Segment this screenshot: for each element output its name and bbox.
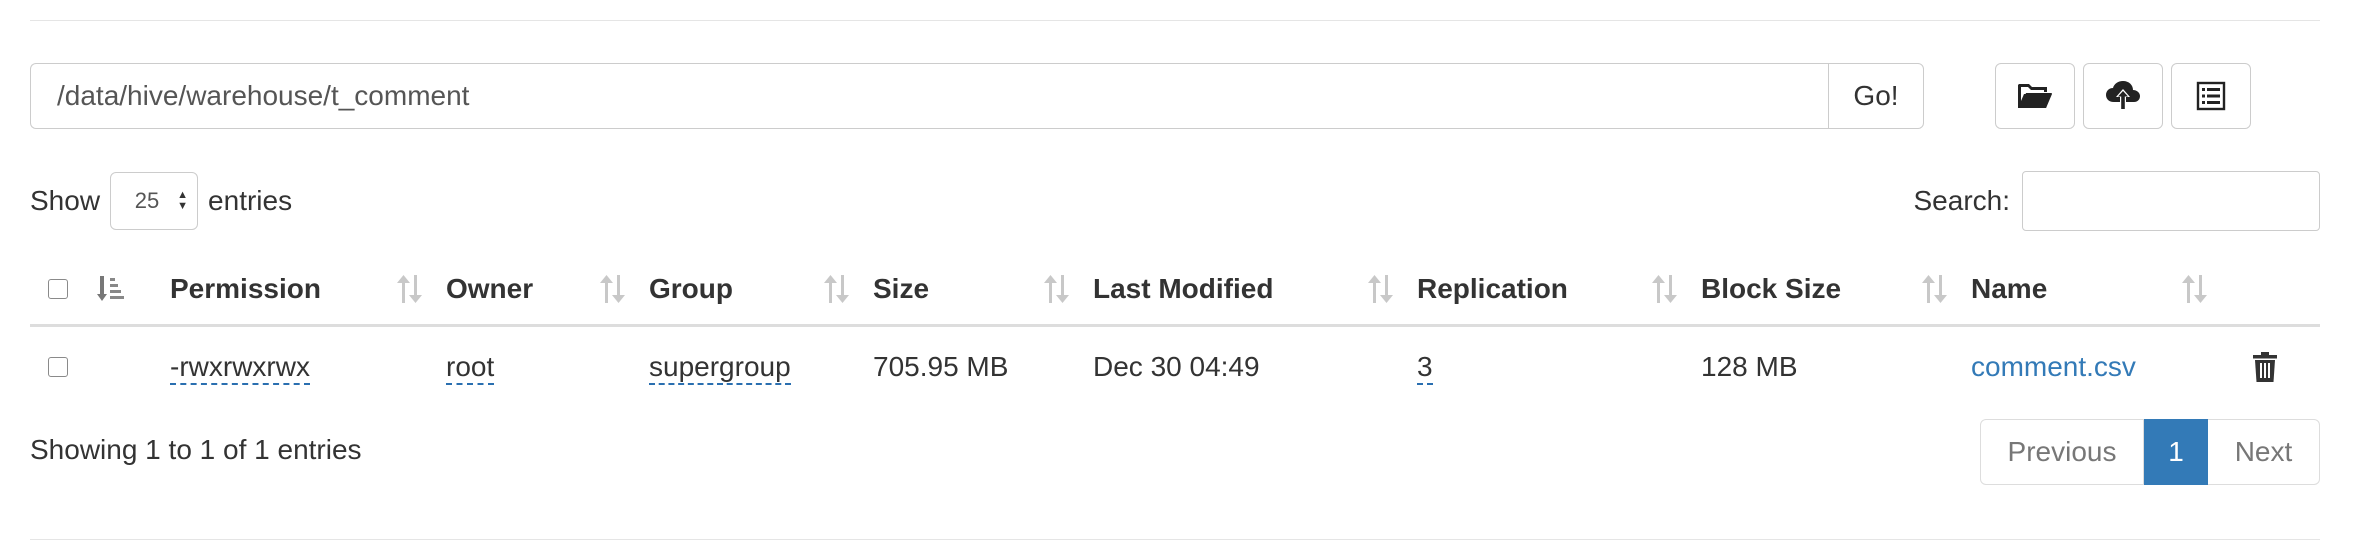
empty-cell <box>86 326 170 408</box>
search-label: Search: <box>1913 185 2011 216</box>
column-header-name[interactable]: Name <box>1971 254 2231 327</box>
size-cell: 705.95 MB <box>873 351 1009 382</box>
group-cell: supergroup <box>649 326 873 408</box>
sort-column-header[interactable] <box>86 254 170 327</box>
column-label: Group <box>649 273 733 304</box>
column-label: Replication <box>1417 273 1568 304</box>
page-length-select[interactable]: 25 ▲ ▼ <box>110 172 199 230</box>
file-name-link[interactable]: comment.csv <box>1971 351 2136 382</box>
top-divider <box>30 20 2320 21</box>
path-input[interactable] <box>30 63 1828 129</box>
table-info: Showing 1 to 1 of 1 entries <box>30 434 362 465</box>
name-cell: comment.csv <box>1971 326 2231 408</box>
previous-page-button[interactable]: Previous <box>1980 419 2144 485</box>
sort-icon <box>1368 275 1393 303</box>
column-header-last-modified[interactable]: Last Modified <box>1093 254 1417 327</box>
sort-icon <box>397 275 422 303</box>
row-checkbox-cell <box>30 326 86 408</box>
select-all-checkbox[interactable] <box>48 279 68 299</box>
page-length-value: 25 <box>134 188 160 213</box>
open-folder-icon <box>2018 84 2052 108</box>
block-size-cell: 128 MB <box>1701 351 1798 382</box>
create-directory-button[interactable] <box>1995 63 2075 129</box>
pagination: Previous 1 Next <box>1980 419 2320 485</box>
sort-icon <box>824 275 849 303</box>
page-1-button[interactable]: 1 <box>2144 419 2208 485</box>
column-header-group[interactable]: Group <box>649 254 873 327</box>
column-label: Owner <box>446 273 534 304</box>
sort-amount-desc-icon <box>97 276 124 301</box>
next-page-button[interactable]: Next <box>2208 419 2320 485</box>
actions-cell <box>2231 326 2320 408</box>
column-label: Block Size <box>1701 273 1842 304</box>
column-label: Last Modified <box>1093 273 1274 304</box>
bottom-divider <box>30 539 2320 540</box>
column-header-owner[interactable]: Owner <box>446 254 649 327</box>
sort-icon <box>1922 275 1947 303</box>
sort-icon <box>1044 275 1069 303</box>
list-icon <box>2196 81 2226 111</box>
owner-value[interactable]: root <box>446 351 495 385</box>
sort-icon <box>1652 275 1677 303</box>
owner-cell: root <box>446 326 649 408</box>
file-table: Permission Owner Group Size Last Modifie… <box>30 254 2320 407</box>
go-button[interactable]: Go! <box>1828 63 1924 129</box>
show-label: Show <box>30 185 101 216</box>
actions-header <box>2231 254 2320 327</box>
column-label: Size <box>873 273 930 304</box>
upload-cloud-icon <box>2106 81 2140 110</box>
column-label: Name <box>1971 273 2048 304</box>
path-bar: Go! <box>30 63 1924 129</box>
permission-value[interactable]: -rwxrwxrwx <box>170 351 310 385</box>
permission-cell: -rwxrwxrwx <box>170 326 446 408</box>
entries-label: entries <box>208 185 293 216</box>
table-row: -rwxrwxrwx root supergroup 705.95 MB Dec… <box>30 326 2320 408</box>
select-arrows-icon: ▲ ▼ <box>177 189 189 212</box>
search-control: Search: <box>1913 171 2320 231</box>
column-header-replication[interactable]: Replication <box>1417 254 1701 327</box>
table-header-row: Permission Owner Group Size Last Modifie… <box>30 254 2320 327</box>
column-header-block-size[interactable]: Block Size <box>1701 254 1971 327</box>
group-value[interactable]: supergroup <box>649 351 791 385</box>
row-checkbox[interactable] <box>48 357 68 377</box>
upload-button[interactable] <box>2083 63 2163 129</box>
column-header-permission[interactable]: Permission <box>170 254 446 327</box>
last-modified-cell: Dec 30 04:49 <box>1093 351 1260 382</box>
page-length-control: Show 25 ▲ ▼ entries <box>30 172 292 230</box>
column-label: Permission <box>170 273 321 304</box>
select-all-cell <box>30 254 86 327</box>
view-list-button[interactable] <box>2171 63 2251 129</box>
sort-icon <box>600 275 625 303</box>
sort-icon <box>2182 275 2207 303</box>
trash-icon[interactable] <box>2252 351 2278 383</box>
replication-cell: 3 <box>1417 326 1701 408</box>
search-input[interactable] <box>2022 171 2320 231</box>
column-header-size[interactable]: Size <box>873 254 1093 327</box>
replication-value[interactable]: 3 <box>1417 351 1433 385</box>
